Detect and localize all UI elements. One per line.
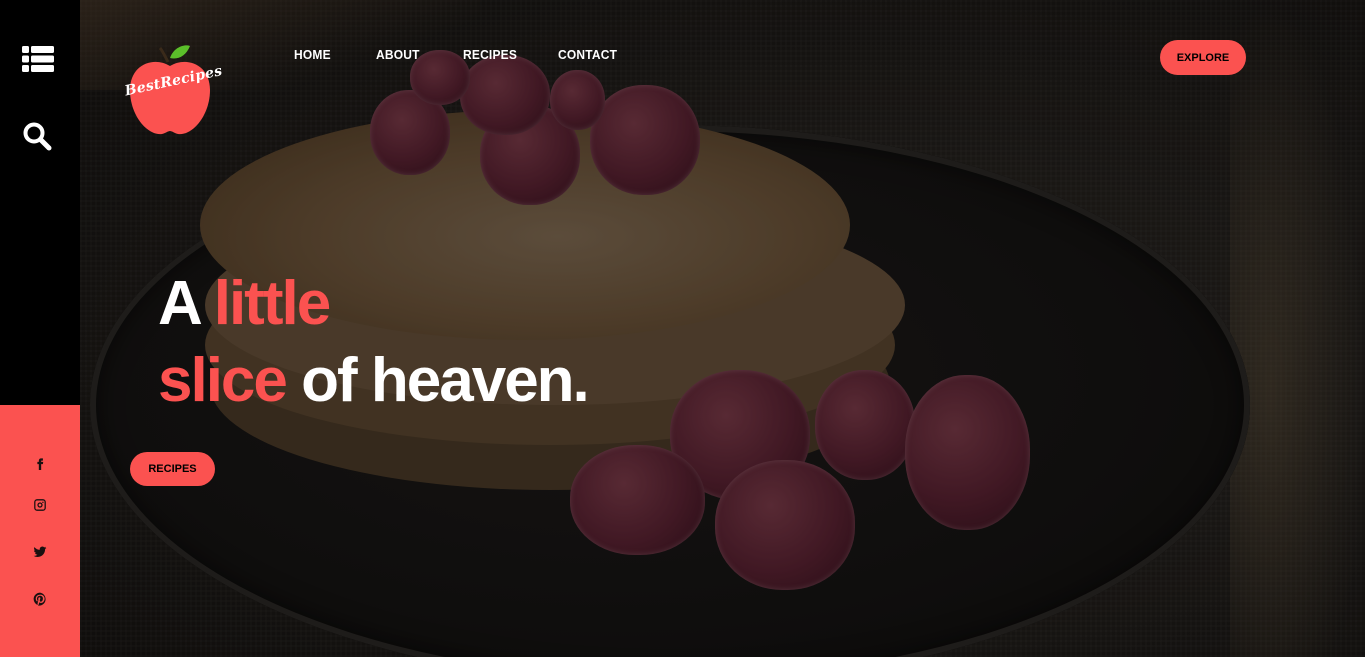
instagram-icon[interactable] [28,493,52,517]
search-icon[interactable] [22,121,52,151]
nav-about[interactable]: ABOUT [376,48,420,65]
brand-logo[interactable]: BestRecipes [123,44,224,138]
recipes-button[interactable]: RECIPES [130,452,215,486]
explore-button[interactable]: EXPLORE [1160,40,1246,75]
hero-headline-line-1: A little [158,273,331,335]
headline-word: A [158,269,201,338]
pinterest-icon[interactable] [28,587,52,611]
nav-contact[interactable]: CONTACT [558,48,617,65]
facebook-icon[interactable] [28,451,52,475]
headline-words: of heaven. [301,346,590,415]
hero-headline-line-2: slice of heaven. [158,350,590,412]
nav-home[interactable]: HOME [294,48,331,65]
list-menu-icon[interactable] [22,46,54,72]
nav-recipes[interactable]: RECIPES [463,48,517,65]
twitter-icon[interactable] [28,540,52,564]
headline-accent-word: slice [158,346,288,415]
headline-accent-word: little [213,269,331,338]
social-links-panel [0,405,80,657]
